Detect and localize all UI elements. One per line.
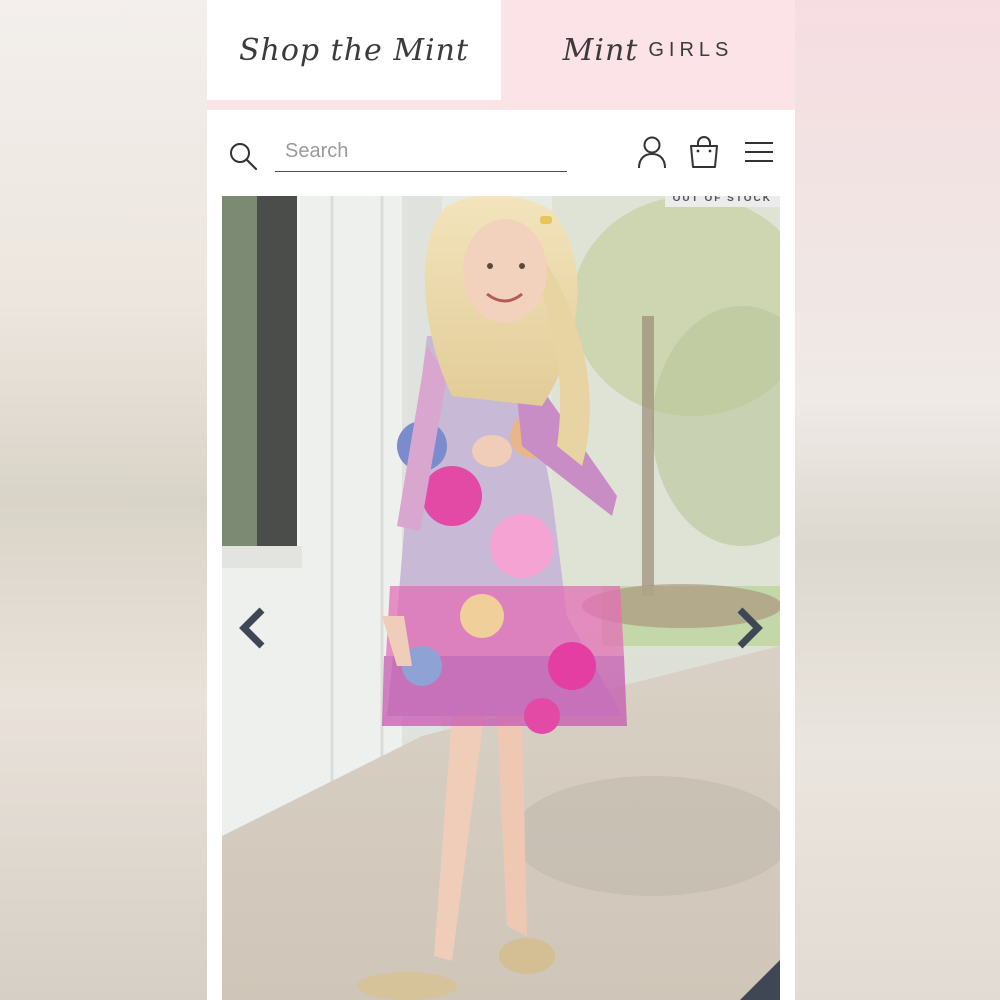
tab-shop-the-mint[interactable]: Shop the Mint [207,0,501,100]
tab-mint-girls[interactable]: Mint GIRLS [501,0,795,100]
search-icon[interactable] [227,140,259,172]
chevron-right-icon[interactable] [732,606,766,650]
tab-girls-script: Mint [562,32,639,68]
product-photo [222,196,780,1000]
user-icon[interactable] [635,134,669,170]
tab-shop-label: Shop the Mint [238,32,470,68]
blurred-background-right [795,0,1000,1000]
out-of-stock-badge: OUT OF STOCK [664,196,780,207]
chevron-left-icon[interactable] [236,606,270,650]
product-image-carousel[interactable]: OUT OF STOCK [222,196,780,1000]
corner-tab-indicator[interactable] [740,960,780,1000]
site-header [207,110,795,196]
mobile-page: Shop the Mint Mint GIRLS Search OUT OF S… [207,0,795,1000]
shopping-bag-icon[interactable] [687,134,721,170]
tab-girls-word: GIRLS [648,38,734,61]
hamburger-menu-icon[interactable] [742,134,776,170]
search-input[interactable] [275,132,567,172]
store-tabs: Shop the Mint Mint GIRLS [207,0,795,110]
blurred-background-left [0,0,207,1000]
